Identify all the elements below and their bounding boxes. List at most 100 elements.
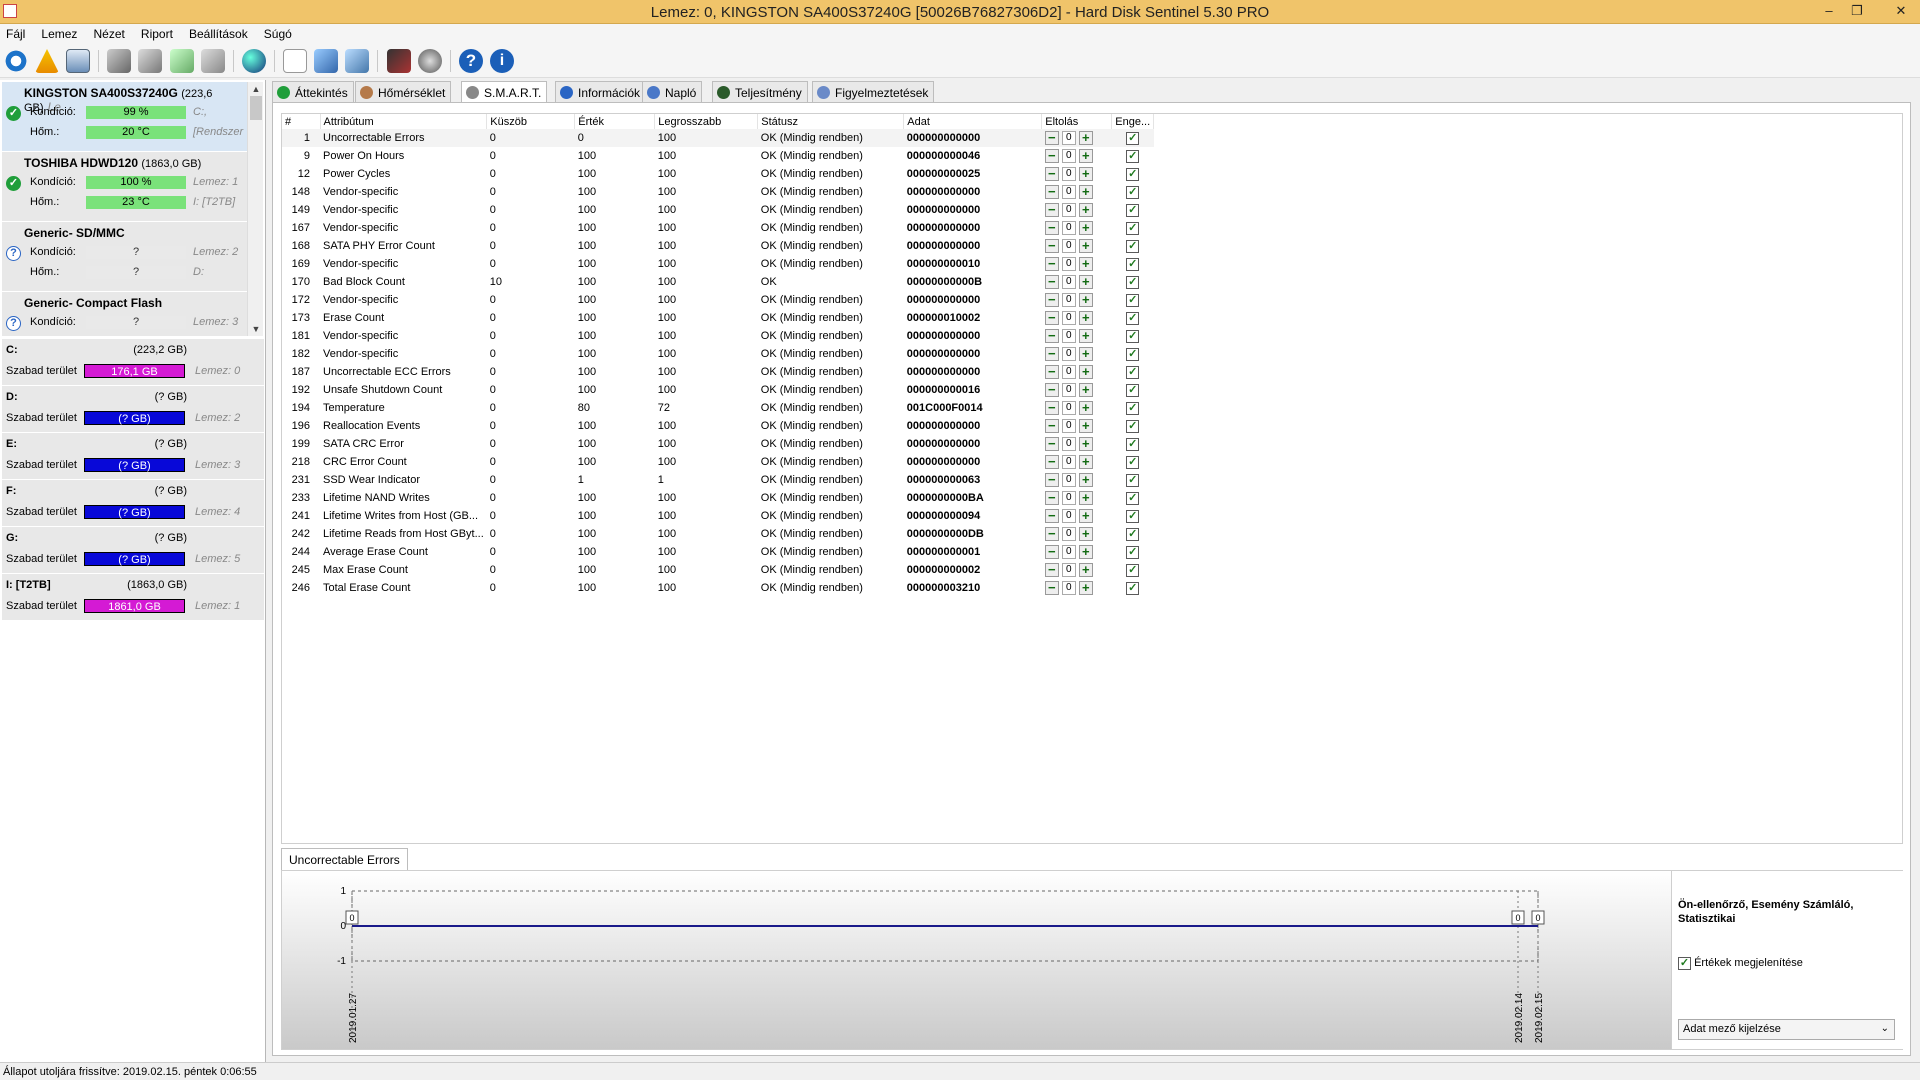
disk-surface-icon[interactable] [138,49,162,73]
menu-report[interactable]: Riport [135,24,180,41]
plus-icon[interactable]: + [1078,149,1093,163]
enabled-checkbox[interactable]: ✓ [1126,419,1140,433]
plus-icon[interactable]: + [1078,437,1093,451]
data-field-select[interactable]: Adat mező kijelzése ⌄ [1678,1019,1895,1040]
minus-icon[interactable]: − [1044,221,1059,235]
offset-stepper[interactable]: −0 + [1044,455,1095,469]
offset-stepper[interactable]: −0 + [1044,131,1095,145]
table-row[interactable]: 199 SATA CRC Error 0 100 100 OK (Mindig rendb… [282,435,1154,453]
offset-stepper[interactable]: −0 + [1044,203,1095,217]
enabled-checkbox[interactable]: ✓ [1126,311,1140,325]
sync-icon[interactable] [314,49,338,73]
plus-icon[interactable]: + [1078,419,1093,433]
table-row[interactable]: 244 Average Erase Count 0 100 100 OK (Mindig … [282,543,1154,561]
table-row[interactable]: 246 Total Erase Count 0 100 100 OK (Mindig re… [282,579,1154,597]
enabled-checkbox[interactable]: ✓ [1126,257,1140,271]
offset-stepper[interactable]: −0 + [1044,329,1095,343]
disk-report-icon[interactable] [66,49,90,73]
offset-stepper[interactable]: −0 + [1044,581,1095,595]
minimize-button[interactable]: – [1818,2,1840,20]
minus-icon[interactable]: − [1044,131,1059,145]
plus-icon[interactable]: + [1078,401,1093,415]
offset-stepper[interactable]: −0 + [1044,347,1095,361]
minus-icon[interactable]: − [1044,257,1059,271]
minus-icon[interactable]: − [1044,401,1059,415]
offset-stepper[interactable]: −0 + [1044,167,1095,181]
table-row[interactable]: 241 Lifetime Writes from Host (GB... 0 100 1… [282,507,1154,525]
offset-value[interactable]: 0 [1061,473,1076,487]
scroll-up-icon[interactable]: ▲ [248,82,264,96]
menu-file[interactable]: Fájl [0,24,32,41]
table-row[interactable]: 245 Max Erase Count 0 100 100 OK (Mindig rend… [282,561,1154,579]
offset-stepper[interactable]: −0 + [1044,239,1095,253]
globe-icon[interactable] [242,49,266,73]
minus-icon[interactable]: − [1044,365,1059,379]
offset-value[interactable]: 0 [1061,275,1076,289]
enabled-checkbox[interactable]: ✓ [1126,293,1140,307]
volume-item[interactable]: G: (? GB) Szabad terület (? GB) Lemez: 5 [2,527,264,574]
minus-icon[interactable]: − [1044,437,1059,451]
offset-stepper[interactable]: −0 + [1044,275,1095,289]
table-row[interactable]: 218 CRC Error Count 0 100 100 OK (Mindig rend… [282,453,1154,471]
offset-value[interactable]: 0 [1061,203,1076,217]
offset-stepper[interactable]: −0 + [1044,221,1095,235]
table-row[interactable]: 172 Vendor-specific 0 100 100 OK (Mindig rend… [282,291,1154,309]
settings-icon[interactable] [418,49,442,73]
table-row[interactable]: 173 Erase Count 0 100 100 OK (Mindig rendben)… [282,309,1154,327]
offset-stepper[interactable]: −0 + [1044,437,1095,451]
enabled-checkbox[interactable]: ✓ [1126,167,1140,181]
table-row[interactable]: 9 Power On Hours 0 100 100 OK (Mindig rendben… [282,147,1154,165]
column-header[interactable]: # [282,114,321,129]
table-row[interactable]: 1 Uncorrectable Errors 0 0 100 OK (Mindig ren… [282,129,1154,147]
checkbox-icon[interactable]: ✓ [1678,957,1691,970]
tab-check[interactable]: Áttekintés [272,81,354,103]
offset-stepper[interactable]: −0 + [1044,563,1095,577]
offset-value[interactable]: 0 [1061,527,1076,541]
plus-icon[interactable]: + [1078,383,1093,397]
plus-icon[interactable]: + [1078,473,1093,487]
minus-icon[interactable]: − [1044,581,1059,595]
offset-stepper[interactable]: −0 + [1044,509,1095,523]
minus-icon[interactable]: − [1044,329,1059,343]
minus-icon[interactable]: − [1044,527,1059,541]
offset-stepper[interactable]: −0 + [1044,473,1095,487]
network-icon[interactable] [345,49,369,73]
minus-icon[interactable]: − [1044,419,1059,433]
enabled-checkbox[interactable]: ✓ [1126,203,1140,217]
enabled-checkbox[interactable]: ✓ [1126,149,1140,163]
plus-icon[interactable]: + [1078,581,1093,595]
table-row[interactable]: 231 SSD Wear Indicator 0 1 1 OK (Mindig rendb… [282,471,1154,489]
offset-value[interactable]: 0 [1061,545,1076,559]
tab-thermometer[interactable]: Hőmérséklet [355,81,452,103]
plus-icon[interactable]: + [1078,203,1093,217]
tab-info[interactable]: Információk [555,81,647,103]
plus-icon[interactable]: + [1078,311,1093,325]
refresh-icon[interactable] [4,49,28,73]
minus-icon[interactable]: − [1044,185,1059,199]
offset-stepper[interactable]: −0 + [1044,419,1095,433]
table-row[interactable]: 194 Temperature 0 80 72 OK (Mindig rendben) 00… [282,399,1154,417]
plus-icon[interactable]: + [1078,275,1093,289]
enabled-checkbox[interactable]: ✓ [1126,185,1140,199]
offset-stepper[interactable]: −0 + [1044,527,1095,541]
enabled-checkbox[interactable]: ✓ [1126,545,1140,559]
minus-icon[interactable]: − [1044,473,1059,487]
offset-value[interactable]: 0 [1061,149,1076,163]
offset-value[interactable]: 0 [1061,185,1076,199]
about-icon[interactable]: i [490,49,514,73]
offset-value[interactable]: 0 [1061,257,1076,271]
offset-value[interactable]: 0 [1061,383,1076,397]
plus-icon[interactable]: + [1078,509,1093,523]
offset-stepper[interactable]: −0 + [1044,311,1095,325]
enabled-checkbox[interactable]: ✓ [1126,329,1140,343]
table-row[interactable]: 149 Vendor-specific 0 100 100 OK (Mindig rend… [282,201,1154,219]
minus-icon[interactable]: − [1044,347,1059,361]
volume-item[interactable]: F: (? GB) Szabad terület (? GB) Lemez: 4 [2,480,264,527]
plus-icon[interactable]: + [1078,185,1093,199]
column-header[interactable]: Adat [903,114,1043,129]
menu-view[interactable]: Nézet [88,24,132,41]
disk-list-scrollbar[interactable]: ▲ ▼ [247,82,263,336]
monitor-icon[interactable] [387,49,411,73]
tab-log[interactable]: Napló [642,81,703,103]
tab-speed[interactable]: Teljesítmény [712,81,808,103]
